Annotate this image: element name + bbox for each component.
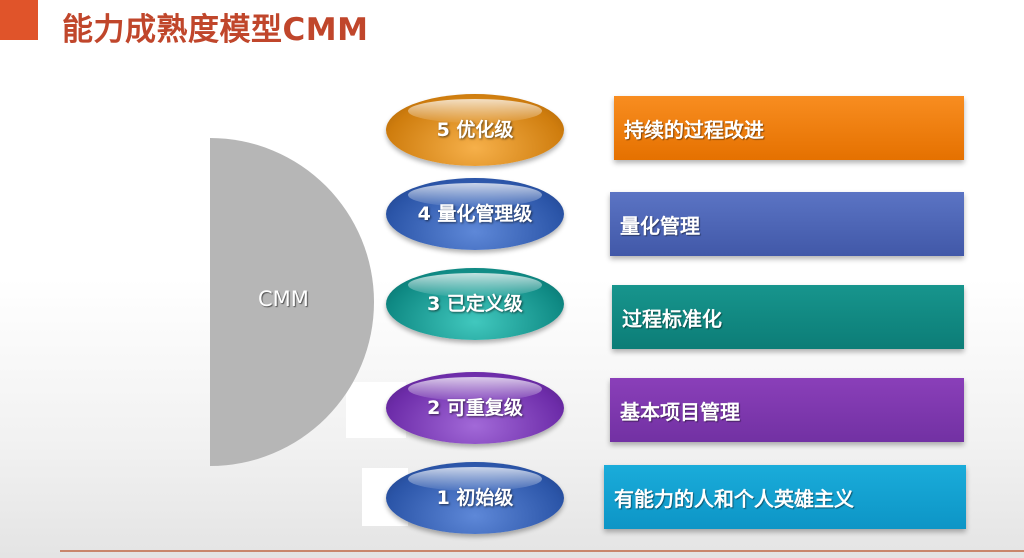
level-2-ellipse: 2 可重复级: [386, 372, 564, 444]
level-3-ellipse: 3 已定义级: [386, 268, 564, 340]
level-4-description: 量化管理: [610, 192, 964, 256]
level-1-description: 有能力的人和个人英雄主义: [604, 465, 966, 529]
footer-divider: [60, 550, 1024, 552]
level-2-label: 2 可重复级: [427, 396, 523, 419]
level-1-label: 1 初始级: [436, 486, 514, 509]
level-4-ellipse: 4 量化管理级: [386, 178, 564, 250]
title-accent-bar: [0, 0, 38, 40]
level-5-label: 5 优化级: [436, 118, 514, 141]
level-3-label: 3 已定义级: [427, 292, 523, 315]
slide: 能力成熟度模型CMM CMM 5 优化级 4 量化管理级 3 已定义级 2 可重…: [0, 0, 1024, 558]
level-5-description: 持续的过程改进: [614, 96, 964, 160]
cmm-label: CMM: [258, 287, 309, 311]
level-1-ellipse: 1 初始级: [386, 462, 564, 534]
level-5-ellipse: 5 优化级: [386, 94, 564, 166]
slide-title: 能力成熟度模型CMM: [62, 12, 369, 48]
level-3-description: 过程标准化: [612, 285, 964, 349]
level-2-description: 基本项目管理: [610, 378, 964, 442]
level-4-label: 4 量化管理级: [417, 202, 533, 225]
